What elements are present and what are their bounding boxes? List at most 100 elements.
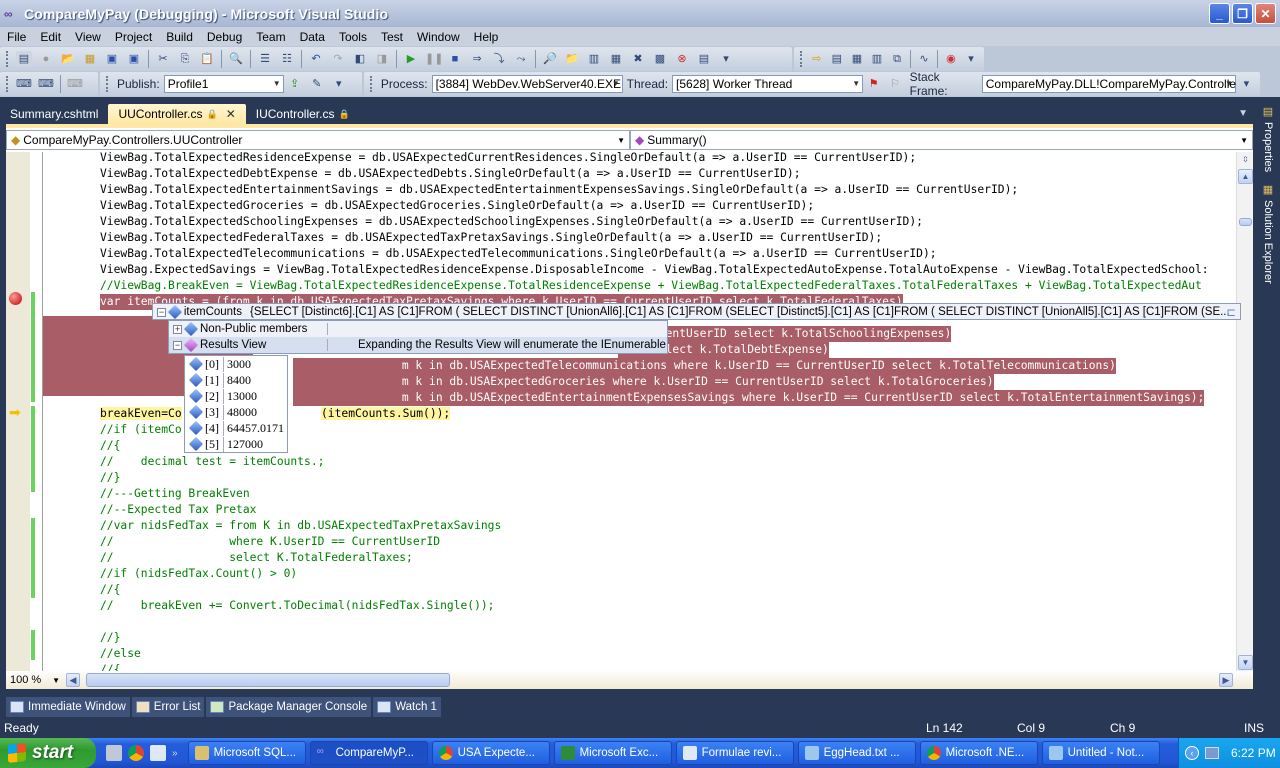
toolbar-overflow-icon[interactable]: ▾	[331, 76, 347, 92]
keyboard-icon[interactable]: ⌨	[16, 76, 32, 92]
menu-debug[interactable]: Debug	[200, 30, 249, 44]
add-new-item-icon[interactable]: ▦	[82, 51, 98, 67]
datatip-row-results-view[interactable]: − Results View Expanding the Results Vie…	[169, 337, 667, 353]
datatip-result-item[interactable]: [0] 3000	[185, 356, 287, 372]
notepad-icon[interactable]	[150, 745, 166, 761]
properties-tab[interactable]: ▤ Properties	[1259, 105, 1277, 172]
keyboard-disabled-icon[interactable]: ⌨	[67, 76, 83, 92]
breakpoint-window-icon[interactable]: ◉	[944, 51, 958, 67]
menu-window[interactable]: Window	[410, 30, 467, 44]
tab-summary-cshtml[interactable]: Summary.cshtml	[0, 104, 108, 124]
navigate-forward-icon[interactable]: ◨	[374, 51, 390, 67]
thread-dropdown[interactable]: [5628] Worker Thread ▼	[672, 75, 864, 93]
stop-debugging-icon[interactable]: ■	[447, 51, 463, 67]
error-list-icon[interactable]: ⊗	[674, 51, 690, 67]
tab-list-dropdown-icon[interactable]: ▼	[1238, 108, 1248, 119]
keyboard-icon[interactable]: ⌨	[38, 76, 54, 92]
expand-icon[interactable]: +	[173, 324, 182, 334]
task-visual-studio[interactable]: ∞ CompareMyP...	[309, 741, 428, 765]
find-icon[interactable]: 🔍	[228, 51, 244, 67]
team-explorer-icon[interactable]: ▩	[652, 51, 668, 67]
network-icon[interactable]	[1205, 747, 1219, 759]
output-icon[interactable]: ▤	[696, 51, 712, 67]
show-next-statement-icon[interactable]: ⇒	[469, 51, 485, 67]
datatip-result-item[interactable]: [1] 8400	[185, 372, 287, 388]
scroll-up-button[interactable]: ▲	[1238, 169, 1253, 184]
menu-data[interactable]: Data	[293, 30, 332, 44]
toolbar-grip[interactable]	[6, 76, 10, 92]
toolbar-grip[interactable]	[370, 76, 374, 92]
restore-button[interactable]: ❐	[1232, 3, 1253, 24]
toolbar-grip[interactable]	[106, 76, 110, 92]
tab-iucontroller-cs[interactable]: IUController.cs 🔒	[246, 104, 360, 124]
publish-web-icon[interactable]: ⇪	[287, 76, 303, 92]
stack-frame-dropdown[interactable]: CompareMyPay.DLL!CompareMyPay.Controlle …	[981, 75, 1236, 93]
call-stack-icon[interactable]: ⧉	[890, 51, 904, 67]
show-next-statement-icon[interactable]: ⇨	[810, 51, 824, 67]
publish-settings-icon[interactable]: ✎	[309, 76, 325, 92]
menu-team[interactable]: Team	[249, 30, 292, 44]
toolbar-overflow-icon[interactable]: ▾	[964, 51, 978, 67]
toolbar-overflow-icon[interactable]: ▾	[718, 51, 734, 67]
toolbox-icon[interactable]: ✖	[630, 51, 646, 67]
minimize-button[interactable]: _	[1209, 3, 1230, 24]
tab-watch-1[interactable]: Watch 1	[373, 697, 441, 717]
step-over-icon[interactable]: ⤳	[513, 51, 529, 67]
new-project-icon[interactable]: ▤	[16, 51, 32, 67]
close-tab-icon[interactable]: ✕	[226, 104, 236, 124]
save-all-icon[interactable]: ▣	[126, 51, 142, 67]
close-button[interactable]: ✕	[1255, 3, 1276, 24]
save-icon[interactable]: ▣	[104, 51, 120, 67]
redo-icon[interactable]: ↷	[330, 51, 346, 67]
solution-explorer-icon[interactable]: 📁	[564, 51, 580, 67]
step-into-icon[interactable]: ⤵	[491, 51, 507, 67]
cut-icon[interactable]: ✂	[155, 51, 171, 67]
zoom-dropdown[interactable]: 100 % ▼	[6, 672, 62, 688]
tab-uucontroller-cs[interactable]: UUController.cs 🔒 ✕	[108, 104, 246, 124]
collapse-icon[interactable]: −	[157, 307, 166, 317]
task-word[interactable]: Formulae revi...	[675, 741, 794, 765]
scroll-thumb[interactable]	[1239, 218, 1252, 226]
toolbar-grip[interactable]	[6, 51, 10, 67]
undo-icon[interactable]: ↶	[308, 51, 324, 67]
menu-tools[interactable]: Tools	[332, 30, 374, 44]
indicator-margin[interactable]: ➡	[6, 152, 30, 671]
task-chrome-dotnet[interactable]: Microsoft .NE...	[919, 741, 1038, 765]
tab-immediate-window[interactable]: Immediate Window	[6, 697, 130, 717]
scroll-left-button[interactable]: ◀	[66, 673, 80, 687]
more-icon[interactable]: »	[172, 748, 178, 759]
datatip-value[interactable]: {SELECT [Distinct6].[C1] AS [C1]FROM ( S…	[250, 306, 1240, 318]
task-chrome[interactable]: USA Expecte...	[431, 741, 550, 765]
tray-expand-icon[interactable]: ‹	[1185, 746, 1199, 760]
comment-icon[interactable]: ☰	[257, 51, 273, 67]
split-handle-icon[interactable]: ⇳	[1238, 153, 1253, 168]
task-excel[interactable]: Microsoft Exc...	[553, 741, 672, 765]
task-sql[interactable]: Microsoft SQL...	[187, 741, 306, 765]
task-notepad-egghead[interactable]: EggHead.txt ...	[797, 741, 916, 765]
datatip-result-item[interactable]: [4] 64457.0171	[185, 420, 287, 436]
breakpoint-icon[interactable]	[9, 292, 22, 305]
find-in-files-icon[interactable]: 🔎	[542, 51, 558, 67]
sql-icon[interactable]	[106, 745, 122, 761]
scroll-down-button[interactable]: ▼	[1238, 655, 1253, 670]
flag-thread-icon[interactable]: ⚑	[866, 76, 881, 92]
datatip-result-item[interactable]: [3] 48000	[185, 404, 287, 420]
start-button[interactable]: start	[0, 738, 96, 768]
process-dropdown[interactable]: [3884] WebDev.WebServer40.EXE ▼	[431, 75, 623, 93]
menu-build[interactable]: Build	[159, 30, 200, 44]
copy-icon[interactable]: ⎘	[177, 51, 193, 67]
unflag-thread-icon[interactable]: ⚐	[887, 76, 902, 92]
toolbar-grip[interactable]	[800, 51, 804, 67]
uncomment-icon[interactable]: ☷	[279, 51, 295, 67]
navigate-backward-icon[interactable]: ◧	[352, 51, 368, 67]
menu-edit[interactable]: Edit	[33, 30, 68, 44]
scroll-right-button[interactable]: ▶	[1219, 673, 1233, 687]
clock[interactable]: 6:22 PM	[1231, 746, 1276, 760]
chrome-icon[interactable]	[128, 745, 144, 761]
menu-file[interactable]: File	[0, 30, 33, 44]
datatip-result-item[interactable]: [5] 127000	[185, 436, 287, 452]
continue-icon[interactable]: ▶	[403, 51, 419, 67]
tab-error-list[interactable]: Error List	[131, 697, 205, 717]
object-browser-icon[interactable]: ▦	[608, 51, 624, 67]
break-all-icon[interactable]: ❚❚	[425, 51, 443, 67]
